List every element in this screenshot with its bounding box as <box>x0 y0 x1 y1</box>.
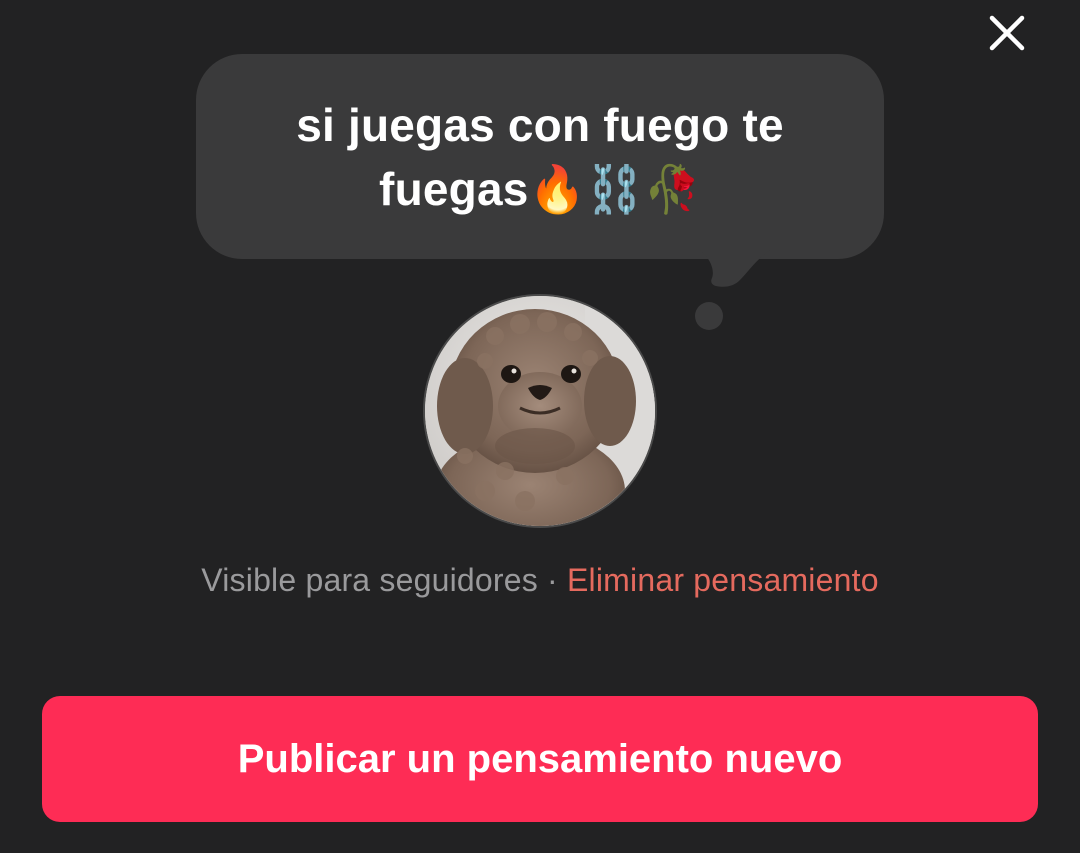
bubble-tail <box>700 250 770 287</box>
poodle-avatar-icon <box>425 296 655 526</box>
separator: · <box>537 562 567 598</box>
thought-line-2: fuegas🔥⛓️🥀 <box>379 162 701 215</box>
publish-new-thought-button[interactable]: Publicar un pensamiento nuevo <box>42 696 1038 822</box>
bubble-dot <box>695 302 723 330</box>
thought-text: si juegas con fuego te fuegas🔥⛓️🥀 <box>296 93 784 221</box>
close-icon <box>989 15 1025 51</box>
status-line: Visible para seguidores · Eliminar pensa… <box>0 558 1080 602</box>
delete-thought-link[interactable]: Eliminar pensamiento <box>567 562 879 598</box>
thought-bubble: si juegas con fuego te fuegas🔥⛓️🥀 <box>196 54 884 259</box>
avatar[interactable] <box>425 296 655 526</box>
close-button[interactable] <box>982 8 1032 58</box>
visibility-label: Visible para seguidores <box>201 562 538 598</box>
thought-line-1: si juegas con fuego te <box>296 98 784 151</box>
